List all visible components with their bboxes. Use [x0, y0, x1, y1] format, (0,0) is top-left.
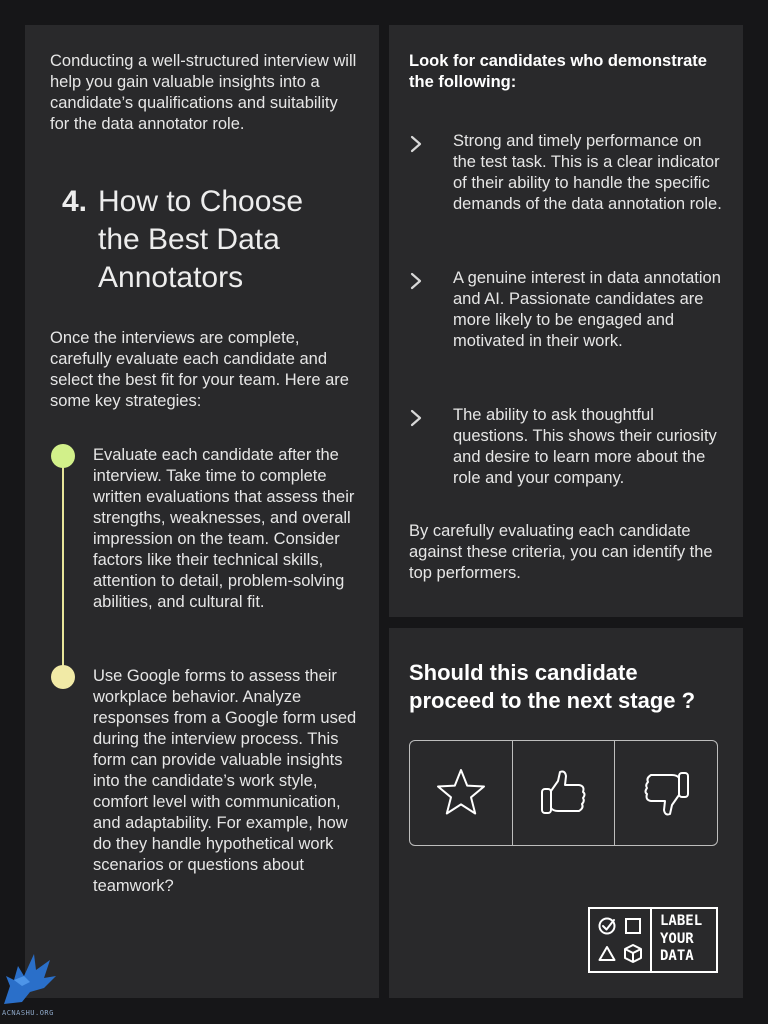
- chevron-right-icon: [410, 409, 422, 427]
- section-number: 4.: [62, 185, 88, 218]
- logo-line-your: YOUR: [660, 930, 694, 947]
- bird-logo-icon: [4, 954, 56, 1004]
- square-icon: [625, 918, 641, 934]
- decision-panel: Should this candidate proceed to the nex…: [389, 628, 743, 998]
- section-title: How to Choose the Best Data Annotators: [98, 185, 304, 294]
- logo-line-data: DATA: [660, 948, 694, 964]
- criteria-text: Strong and timely performance on the tes…: [453, 132, 722, 213]
- left-panel: Conducting a well-structured interview w…: [25, 25, 379, 998]
- logo-icons: [590, 909, 652, 971]
- thumbs-down-icon: [644, 772, 690, 816]
- criteria-heading: Look for candidates who demonstrate the …: [409, 52, 707, 91]
- criteria-panel: Look for candidates who demonstrate the …: [389, 25, 743, 617]
- thumbs-up-icon: [540, 770, 585, 814]
- logo-wordmark: LABEL YOUR DATA: [652, 909, 716, 971]
- timeline-item-evaluate: Evaluate each candidate after the interv…: [93, 446, 355, 611]
- triangle-icon: [598, 946, 616, 961]
- timeline-line: [62, 455, 64, 677]
- criteria-text: The ability to ask thoughtful questions.…: [453, 406, 717, 487]
- watermark-text: ACNASHU.ORG: [2, 1009, 54, 1017]
- closing-paragraph: By carefully evaluating each candidate a…: [409, 522, 713, 582]
- chevron-right-icon: [410, 272, 422, 290]
- decision-question: Should this candidate proceed to the nex…: [409, 660, 696, 713]
- timeline-dot-1: [51, 444, 75, 468]
- logo-line-label: LABEL: [660, 913, 703, 929]
- chevron-right-icon: [410, 135, 422, 153]
- watermark: ACNASHU.ORG: [0, 946, 80, 1024]
- rating-thumbs-up-button[interactable]: [511, 741, 615, 845]
- label-your-data-logo: LABEL YOUR DATA: [588, 907, 718, 973]
- timeline-item-google-forms: Use Google forms to assess their workpla…: [93, 667, 357, 895]
- rating-options: [409, 740, 718, 846]
- rating-star-button[interactable]: [410, 741, 512, 845]
- rating-thumbs-down-button[interactable]: [614, 741, 717, 845]
- cube-icon: [624, 944, 642, 963]
- intro-paragraph: Conducting a well-structured interview w…: [50, 52, 357, 133]
- criteria-text: A genuine interest in data annotation an…: [453, 269, 721, 350]
- timeline-dot-2: [51, 665, 75, 689]
- strategies-intro-paragraph: Once the interviews are complete, carefu…: [50, 329, 349, 410]
- star-icon: [436, 769, 485, 815]
